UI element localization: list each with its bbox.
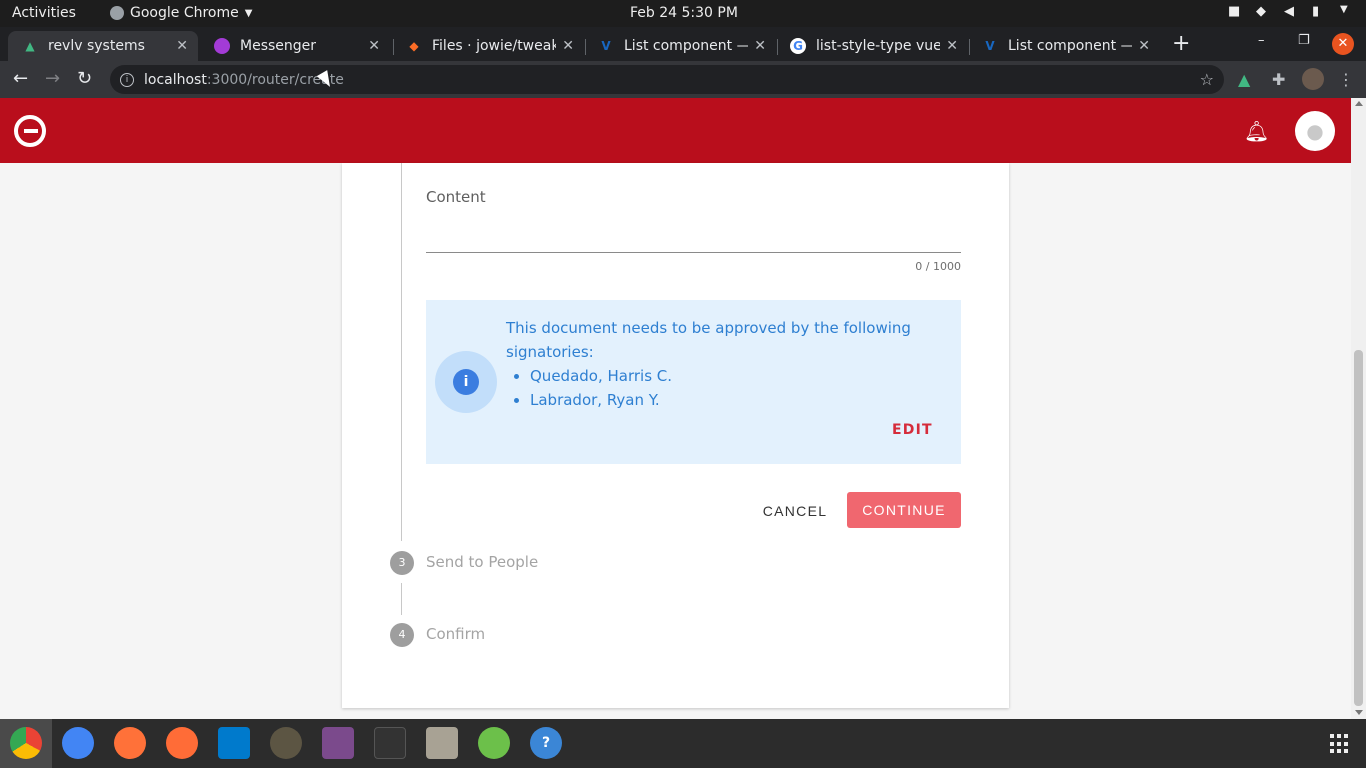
system-top-bar: Activities Google Chrome ▼ Feb 24 5:30 P… [0, 0, 1366, 27]
signatories-list: Quedado, Harris C. Labrador, Ryan Y. [530, 364, 672, 412]
tab-label: list-style-type vuet [816, 38, 941, 54]
taskbar-dock: ? [0, 719, 1366, 768]
revlv-logo[interactable] [14, 115, 46, 147]
app-menu-label: Google Chrome [130, 5, 239, 21]
firefox-icon[interactable] [114, 727, 146, 759]
cancel-button[interactable]: CANCEL [756, 493, 834, 529]
close-icon[interactable]: ✕ [368, 38, 380, 54]
stepper-connector [401, 163, 402, 541]
postman-icon[interactable] [166, 727, 198, 759]
content-textarea[interactable] [426, 223, 961, 253]
tab-label: Messenger [240, 38, 317, 54]
scroll-down-arrow-icon[interactable] [1355, 710, 1363, 715]
app-menu[interactable]: Google Chrome ▼ [110, 5, 252, 21]
url-host: localhost [144, 71, 207, 88]
clock[interactable]: Feb 24 5:30 PM [630, 5, 738, 21]
back-button[interactable]: ← [13, 69, 28, 89]
menu-icon[interactable]: ⋮ [1338, 70, 1354, 89]
chromium-icon[interactable] [62, 727, 94, 759]
tab-revlv-systems[interactable]: ▲ revlv systems ✕ [8, 31, 198, 61]
tab-gitlab-files[interactable]: ◆ Files · jowie/tweak ✕ [392, 31, 584, 61]
tab-label: List component — [1008, 38, 1133, 54]
vscode-icon[interactable] [218, 727, 250, 759]
wifi-icon: ◆ [1256, 4, 1266, 19]
forward-button[interactable]: → [45, 69, 60, 89]
help-icon[interactable]: ? [530, 727, 562, 759]
alert-message: This document needs to be approved by th… [506, 319, 911, 361]
vuetify-icon: V [985, 39, 995, 53]
notifications-bell-icon[interactable]: 🔔︎ [1244, 119, 1269, 143]
files-icon[interactable] [426, 727, 458, 759]
info-icon: i [453, 369, 479, 395]
continue-button[interactable]: CONTINUE [847, 492, 961, 528]
site-info-icon[interactable]: i [120, 72, 134, 87]
video-icon[interactable] [322, 727, 354, 759]
step-number: 4 [390, 623, 414, 647]
browser-toolbar: ← → ↻ i localhost:3000/router/create ☆ ▲… [0, 61, 1366, 98]
activities-button[interactable]: Activities [12, 5, 76, 21]
tab-list-component-2[interactable]: V List component — ✕ [968, 31, 1160, 61]
address-bar[interactable]: i localhost:3000/router/create ☆ [110, 65, 1224, 94]
window-close-button[interactable]: ✕ [1332, 33, 1354, 55]
messenger-icon [214, 38, 230, 54]
page-scrollbar[interactable] [1351, 98, 1366, 719]
restore-button[interactable]: ❐ [1298, 33, 1310, 48]
tab-label: revlv systems [48, 38, 145, 54]
close-icon[interactable]: ✕ [1138, 38, 1150, 54]
browser-tab-strip: ▲ revlv systems ✕ Messenger ✕ ◆ Files · … [0, 27, 1366, 61]
chrome-icon [110, 6, 124, 20]
scrollbar-thumb[interactable] [1354, 350, 1363, 706]
list-item: Quedado, Harris C. [530, 364, 672, 388]
volume-icon: ◀ [1284, 4, 1294, 19]
minimize-button[interactable]: – [1258, 33, 1265, 48]
edit-signatories-button[interactable]: EDIT [892, 422, 933, 438]
tab-label: List component — [624, 38, 749, 54]
stepper-card: Content 0 / 1000 i This document needs t… [342, 163, 1009, 708]
list-item: Labrador, Ryan Y. [530, 388, 672, 412]
step-number: 3 [390, 551, 414, 575]
system-tray[interactable]: ■ ◆ ◀ ▮ ▼ [1228, 4, 1356, 20]
gitlab-icon: ◆ [409, 39, 419, 53]
vue-devtools-icon[interactable]: ▲ [1238, 70, 1250, 89]
close-icon[interactable]: ✕ [176, 38, 188, 54]
bookmark-star-icon[interactable]: ☆ [1200, 70, 1214, 89]
chevron-down-icon: ▼ [1340, 4, 1348, 15]
web-page: 🔔︎ ● Content 0 / 1000 i This document ne… [0, 98, 1366, 719]
tab-google-search[interactable]: G list-style-type vuet ✕ [776, 31, 968, 61]
step-label-send-to-people[interactable]: Send to People [426, 553, 538, 571]
app-header: 🔔︎ ● [0, 98, 1351, 163]
signatories-alert: i This document needs to be approved by … [426, 300, 961, 464]
battery-icon: ▮ [1312, 4, 1320, 19]
show-applications-grid-icon[interactable] [1330, 734, 1350, 754]
close-icon[interactable]: ✕ [946, 38, 958, 54]
network-icon[interactable] [478, 727, 510, 759]
step-label-confirm[interactable]: Confirm [426, 625, 485, 643]
extensions-icon[interactable]: ✚ [1272, 70, 1285, 89]
gimp-icon[interactable] [270, 727, 302, 759]
stepper-connector [401, 583, 402, 615]
vuetify-icon: V [601, 39, 611, 53]
close-icon[interactable]: ✕ [562, 38, 574, 54]
terminal-icon[interactable] [374, 727, 406, 759]
tab-messenger[interactable]: Messenger ✕ [200, 31, 390, 61]
chrome-icon[interactable] [10, 727, 42, 759]
character-counter: 0 / 1000 [915, 260, 961, 273]
revlv-icon: ▲ [25, 39, 35, 53]
scroll-up-arrow-icon[interactable] [1355, 101, 1363, 106]
reload-button[interactable]: ↻ [77, 69, 92, 89]
user-avatar[interactable]: ● [1295, 111, 1335, 151]
tab-label: Files · jowie/tweak [432, 38, 557, 54]
close-icon[interactable]: ✕ [754, 38, 766, 54]
chevron-down-icon: ▼ [244, 7, 253, 19]
new-tab-button[interactable]: + [1172, 33, 1190, 55]
tab-list-component[interactable]: V List component — ✕ [584, 31, 776, 61]
content-label: Content [426, 188, 486, 206]
camera-icon: ■ [1228, 4, 1241, 19]
google-icon: G [790, 38, 806, 54]
profile-avatar[interactable] [1302, 68, 1324, 90]
